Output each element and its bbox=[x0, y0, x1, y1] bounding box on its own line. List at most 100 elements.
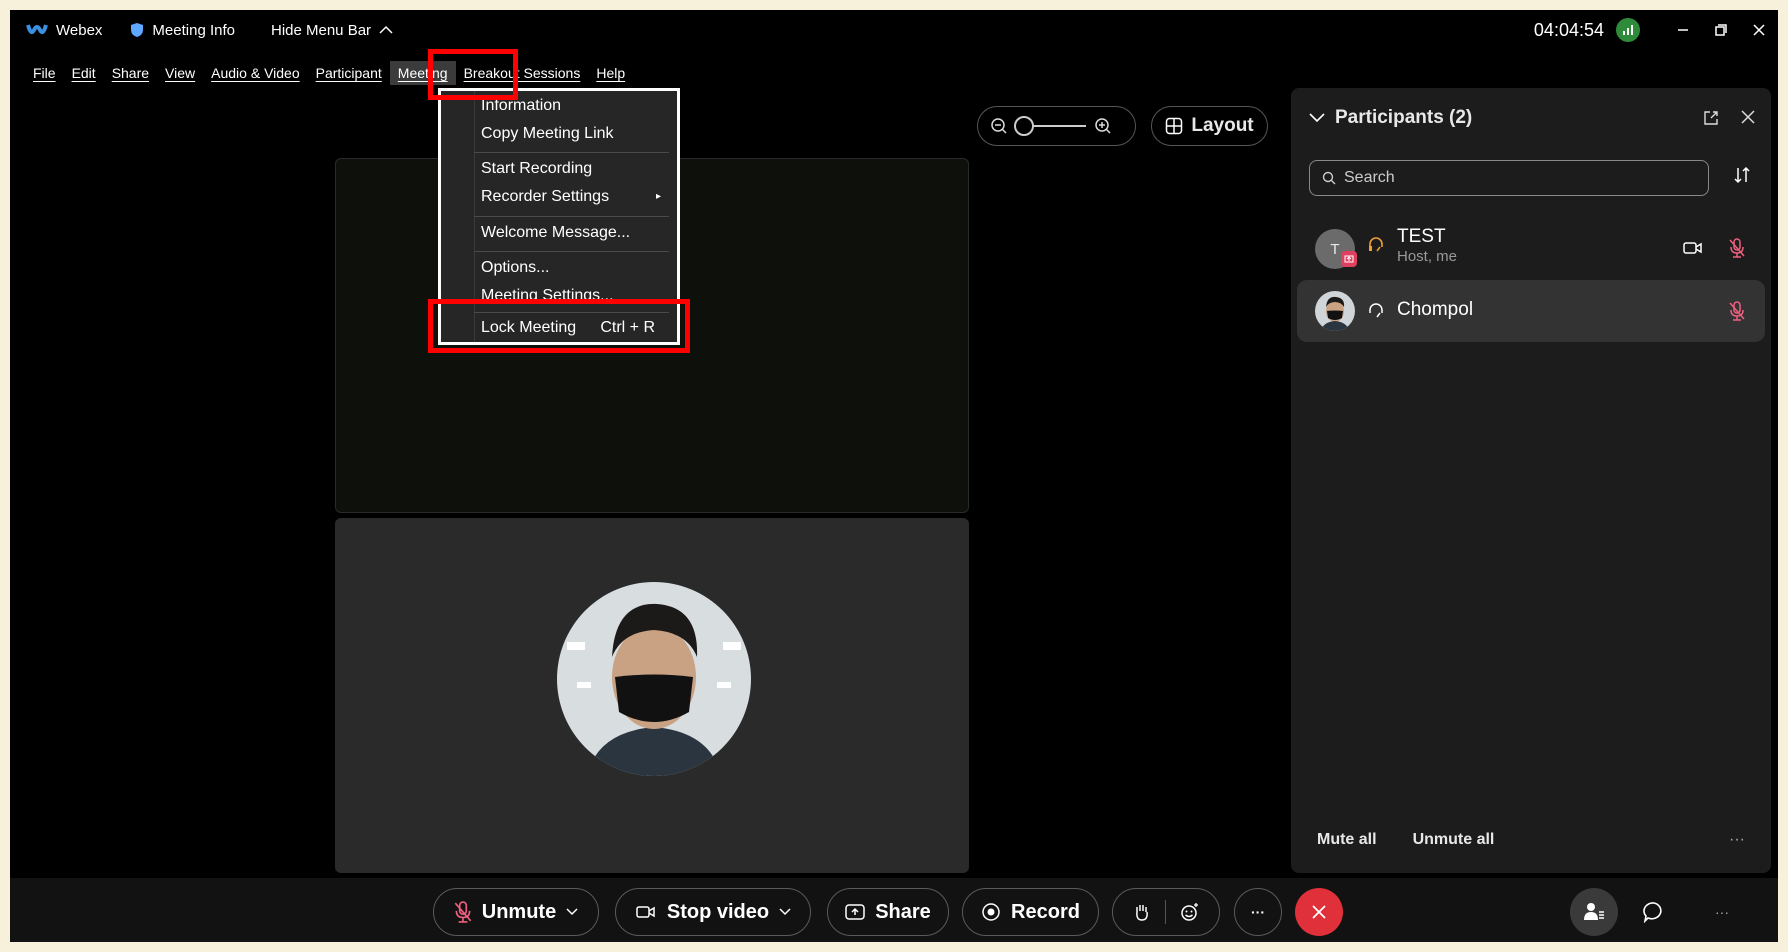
highlight-box-meeting-menu bbox=[428, 49, 518, 100]
network-status-icon[interactable] bbox=[1616, 18, 1640, 42]
participants-header: Participants (2) bbox=[1309, 104, 1755, 132]
menu-view[interactable]: View bbox=[157, 61, 203, 85]
share-label: Share bbox=[875, 900, 931, 923]
chevron-down-icon[interactable] bbox=[1309, 113, 1325, 123]
chevron-up-icon bbox=[379, 25, 393, 34]
chevron-down-icon[interactable] bbox=[779, 908, 791, 916]
meeting-info-button[interactable]: Meeting Info bbox=[130, 10, 235, 50]
hide-menu-bar-button[interactable]: Hide Menu Bar bbox=[271, 10, 393, 50]
more-options-icon[interactable]: ··· bbox=[1729, 831, 1745, 849]
menu-separator bbox=[474, 216, 669, 217]
restore-icon bbox=[1715, 24, 1727, 36]
stop-video-label: Stop video bbox=[666, 900, 770, 923]
app-name: Webex bbox=[56, 21, 103, 39]
sort-icon[interactable] bbox=[1733, 166, 1751, 184]
share-screen-icon bbox=[845, 904, 865, 920]
meeting-timer: 04:04:54 bbox=[1533, 19, 1604, 40]
close-window-button[interactable] bbox=[1740, 10, 1778, 50]
zoom-slider-handle[interactable] bbox=[1014, 116, 1034, 136]
menu-item-welcome-message[interactable]: Welcome Message... bbox=[481, 220, 667, 246]
highlight-box-lock-meeting bbox=[428, 299, 690, 353]
host-headset-icon bbox=[1369, 237, 1383, 252]
zoom-slider[interactable] bbox=[1014, 116, 1086, 136]
menu-share[interactable]: Share bbox=[104, 61, 157, 85]
layout-grid-icon bbox=[1166, 117, 1183, 135]
unmute-label: Unmute bbox=[481, 900, 557, 923]
close-icon bbox=[1753, 24, 1765, 36]
participants-toggle-button[interactable] bbox=[1570, 888, 1618, 936]
record-icon bbox=[982, 903, 1000, 921]
presenter-badge-icon bbox=[1341, 251, 1357, 267]
participant-row-chompol[interactable]: Chompol bbox=[1297, 280, 1765, 342]
pop-out-icon[interactable] bbox=[1703, 110, 1719, 126]
more-panel-options-button[interactable]: ··· bbox=[1698, 888, 1746, 936]
chat-button[interactable] bbox=[1630, 888, 1678, 936]
participants-icon bbox=[1584, 903, 1604, 920]
close-panel-icon[interactable] bbox=[1741, 110, 1755, 124]
participant-row-test[interactable]: T TEST Host, me bbox=[1297, 218, 1765, 280]
menu-separator bbox=[474, 251, 669, 252]
mute-all-button[interactable]: Mute all bbox=[1317, 831, 1377, 849]
zoom-control bbox=[977, 106, 1136, 146]
meeting-controls: Unmute Stop video Share Record ··· ··· bbox=[10, 878, 1778, 942]
participants-panel: Participants (2) Search T TEST Host, me bbox=[1291, 88, 1771, 873]
recorder-settings-label: Recorder Settings bbox=[481, 188, 610, 205]
participant-name: Chompol bbox=[1397, 299, 1474, 320]
headset-icon bbox=[1369, 303, 1383, 318]
chat-bubble-icon bbox=[1643, 902, 1662, 923]
mic-muted-icon bbox=[454, 901, 472, 923]
menu-separator bbox=[474, 152, 669, 153]
minimize-button[interactable] bbox=[1664, 10, 1702, 50]
video-camera-icon bbox=[636, 906, 655, 918]
minimize-icon bbox=[1678, 29, 1688, 31]
avatar: T bbox=[1315, 229, 1357, 269]
layout-label: Layout bbox=[1191, 115, 1254, 136]
shield-icon bbox=[131, 23, 144, 37]
webex-app-menu[interactable]: Webex bbox=[26, 10, 102, 50]
reactions-group bbox=[1112, 888, 1220, 936]
unmute-all-button[interactable]: Unmute all bbox=[1413, 831, 1495, 849]
menu-edit[interactable]: Edit bbox=[64, 61, 104, 85]
menu-item-recorder-settings[interactable]: Recorder Settings ▸ bbox=[481, 184, 667, 210]
mic-muted-icon[interactable] bbox=[1729, 301, 1745, 321]
video-camera-icon[interactable] bbox=[1683, 240, 1703, 256]
zoom-in-icon[interactable] bbox=[1094, 117, 1112, 135]
menu-item-options[interactable]: Options... bbox=[481, 255, 667, 281]
menu-help[interactable]: Help bbox=[588, 61, 633, 85]
more-icon: ··· bbox=[1251, 904, 1265, 920]
record-label: Record bbox=[1011, 900, 1080, 923]
menu-item-copy-meeting-link[interactable]: Copy Meeting Link bbox=[481, 121, 667, 147]
menu-item-start-recording[interactable]: Start Recording bbox=[481, 156, 667, 182]
title-bar: Webex Meeting Info Hide Menu Bar 04:04:5… bbox=[10, 10, 1778, 50]
menu-participant[interactable]: Participant bbox=[308, 61, 390, 85]
share-button[interactable]: Share bbox=[827, 888, 949, 936]
avatar-initial: T bbox=[1330, 240, 1340, 258]
raise-hand-icon[interactable] bbox=[1133, 902, 1151, 922]
participant-avatar-large bbox=[557, 582, 751, 776]
end-call-button[interactable] bbox=[1295, 888, 1343, 936]
participants-footer: Mute all Unmute all ··· bbox=[1317, 831, 1745, 849]
menu-file[interactable]: File bbox=[25, 61, 64, 85]
mic-muted-icon[interactable] bbox=[1729, 238, 1745, 258]
reactions-divider bbox=[1164, 900, 1166, 924]
more-options-button[interactable]: ··· bbox=[1234, 888, 1282, 936]
avatar bbox=[1315, 291, 1355, 331]
zoom-out-icon[interactable] bbox=[990, 117, 1008, 135]
record-button[interactable]: Record bbox=[962, 888, 1099, 936]
stop-video-button[interactable]: Stop video bbox=[615, 888, 811, 936]
webex-logo-icon bbox=[26, 24, 48, 35]
reactions-icon[interactable] bbox=[1180, 902, 1200, 922]
menu-audio-video[interactable]: Audio & Video bbox=[203, 61, 307, 85]
webex-window: Webex Meeting Info Hide Menu Bar 04:04:5… bbox=[10, 10, 1778, 942]
submenu-arrow-icon: ▸ bbox=[655, 191, 661, 202]
participant-role: Host, me bbox=[1397, 248, 1458, 265]
unmute-button[interactable]: Unmute bbox=[433, 888, 599, 936]
layout-button[interactable]: Layout bbox=[1151, 106, 1268, 146]
video-tile-chompol[interactable] bbox=[335, 518, 969, 873]
participant-search-input[interactable]: Search bbox=[1309, 160, 1709, 196]
hide-menu-label: Hide Menu Bar bbox=[270, 21, 372, 39]
search-placeholder: Search bbox=[1344, 169, 1395, 186]
chevron-down-icon[interactable] bbox=[566, 908, 578, 916]
restore-button[interactable] bbox=[1702, 10, 1740, 50]
more-icon: ··· bbox=[1715, 904, 1729, 920]
